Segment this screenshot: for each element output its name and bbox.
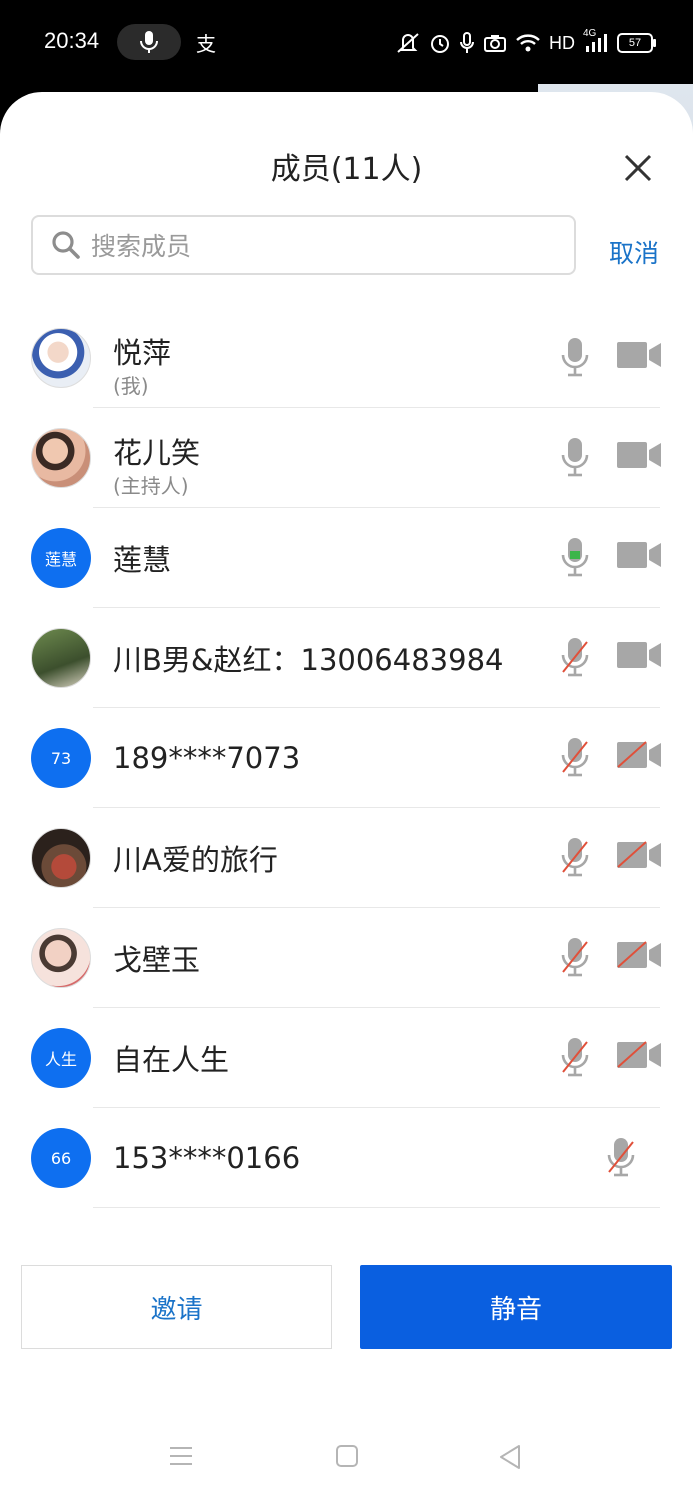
member-row[interactable]: 川B男&赵红：13006483984 [0,608,693,708]
member-name: 153****0166 [113,1141,301,1175]
battery-icon: 57 [617,33,656,53]
mic-muted-icon[interactable] [559,836,591,882]
member-row[interactable]: 莲慧 莲慧 [0,508,693,608]
home-nav-icon[interactable] [335,1444,359,1468]
members-sheet: 成员(11人) 取消 悦萍 (我) 花儿笑 (主持人) 莲慧莲慧川B男&赵红：13006… [0,92,693,1500]
close-icon [624,154,652,182]
cancel-button[interactable]: 取消 [609,234,659,270]
mic-muted-icon[interactable] [559,1036,591,1082]
close-button[interactable] [618,148,658,188]
avatar [31,928,91,988]
status-bar: 20:34 支 HD 4G 57 [0,0,693,90]
mic-icon [460,32,474,53]
search-input[interactable] [89,217,563,275]
camera-off-icon[interactable] [616,1040,662,1074]
invite-button[interactable]: 邀请 [21,1265,332,1349]
mute-all-button[interactable]: 静音 [360,1265,672,1349]
wifi-icon [516,34,540,52]
camera-off-icon[interactable] [616,840,662,874]
member-row[interactable] [0,1208,693,1228]
member-name: 戈壁玉 [113,943,201,977]
member-row[interactable]: 66 153****0166 [0,1108,693,1208]
avatar [31,428,91,488]
member-name: 自在人生 [113,1043,230,1077]
member-name: 悦萍 [113,336,172,370]
member-name: 189****7073 [113,741,301,775]
member-row[interactable]: 73 189****7073 [0,708,693,808]
member-role-tag: (主持人) [113,474,189,498]
search-box[interactable] [31,215,576,275]
mic-muted-icon[interactable] [559,636,591,682]
avatar [31,628,91,688]
mute-vibrate-icon [397,33,419,53]
camera-icon [484,35,506,52]
member-name: 川A爱的旅行 [113,843,278,877]
member-row[interactable]: 戈壁玉 [0,908,693,1008]
mic-icon[interactable] [559,336,591,382]
member-row[interactable]: 悦萍 (我) [0,308,693,408]
mic-icon[interactable] [559,436,591,482]
avatar [31,828,91,888]
mic-muted-icon[interactable] [559,736,591,782]
page-title: 成员(11人) [270,152,423,187]
camera-off-icon[interactable] [616,740,662,774]
camera-icon[interactable] [616,540,662,574]
signal-icon: 4G [583,28,609,54]
member-row[interactable]: 花儿笑 (主持人) [0,408,693,508]
avatar: 73 [31,728,91,788]
alipay-icon: 支 [196,32,216,56]
search-icon [52,231,80,259]
mic-icon[interactable] [559,536,591,582]
mic-pill-icon[interactable] [117,24,181,60]
mic-muted-icon[interactable] [605,1136,637,1182]
camera-icon[interactable] [616,340,662,374]
hd-label: HD [549,32,575,53]
alarm-icon [431,35,449,53]
avatar: 莲慧 [31,528,91,588]
status-time: 20:34 [44,28,100,53]
menu-nav-icon[interactable] [168,1444,194,1468]
member-row[interactable]: 人生 自在人生 [0,1008,693,1108]
member-row[interactable]: 川A爱的旅行 [0,808,693,908]
back-nav-icon[interactable] [498,1444,522,1470]
member-name: 川B男&赵红：13006483984 [113,643,504,677]
member-list[interactable]: 悦萍 (我) 花儿笑 (主持人) 莲慧 莲慧川B男&赵红：13006483984 73 189… [0,308,693,1228]
mic-muted-icon[interactable] [559,936,591,982]
member-name: 花儿笑 [113,436,201,470]
avatar: 66 [31,1128,91,1188]
camera-icon[interactable] [616,640,662,674]
avatar [31,328,91,388]
system-nav-bar [0,1412,693,1500]
camera-icon[interactable] [616,440,662,474]
member-name: 莲慧 [113,543,172,577]
avatar: 人生 [31,1028,91,1088]
member-role-tag: (我) [113,374,149,398]
status-icons: HD 4G 57 [395,28,656,58]
camera-off-icon[interactable] [616,940,662,974]
